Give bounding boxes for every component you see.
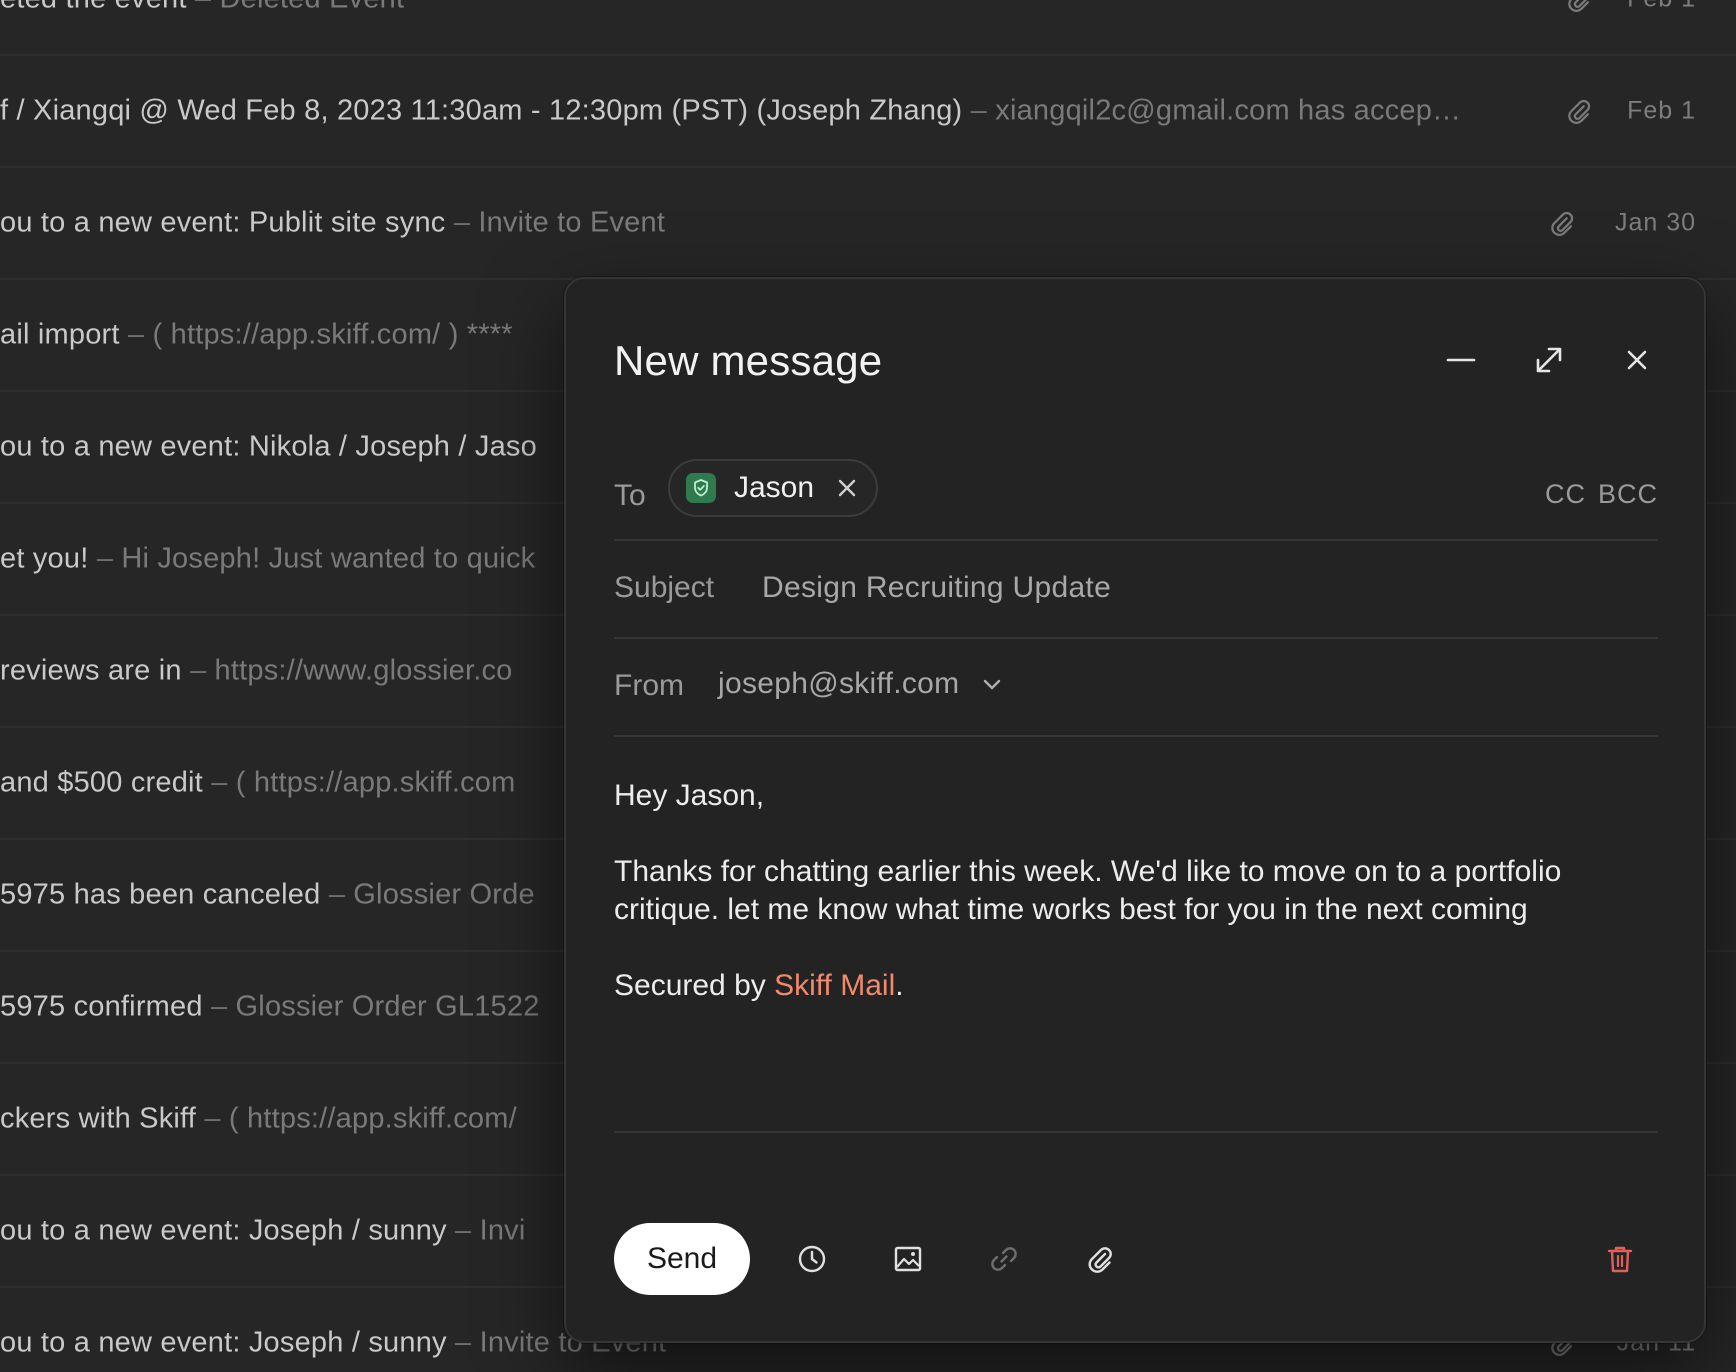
email-row[interactable]: f / Xiangqi @ Wed Feb 8, 2023 11:30am - … xyxy=(0,56,1736,168)
from-label: From xyxy=(614,669,684,702)
email-subject: ou to a new event: Nikola / Joseph / Jas… xyxy=(0,430,537,463)
remove-recipient-icon[interactable] xyxy=(836,477,858,499)
to-label: To xyxy=(614,479,646,512)
body-signature: Secured by Skiff Mail. xyxy=(614,967,1658,1005)
compose-modal: New message To Jason CC BCC Subject Desi… xyxy=(564,277,1706,1343)
expand-button[interactable] xyxy=(1524,335,1574,385)
email-row[interactable]: eted the event – Deleted Event Feb 1 xyxy=(0,0,1736,56)
email-subject: ou to a new event: Publit site sync xyxy=(0,206,446,239)
cc-button[interactable]: CC xyxy=(1545,479,1586,510)
body-paragraph: Thanks for chatting earlier this week. W… xyxy=(614,855,1562,926)
email-preview: ( https://app.skiff.com/ ) **** xyxy=(152,318,513,351)
from-field: From joseph@skiff.com xyxy=(614,639,1658,737)
attach-file-button[interactable] xyxy=(1080,1239,1120,1279)
email-separator: – xyxy=(119,318,153,351)
email-date: Feb 1 xyxy=(1627,0,1696,14)
email-subject: et you! xyxy=(0,542,89,575)
chevron-down-icon xyxy=(981,673,1003,695)
subject-label: Subject xyxy=(614,571,715,604)
paperclip-icon xyxy=(1551,211,1574,237)
email-separator: – xyxy=(202,766,236,799)
signature-suffix: . xyxy=(895,969,904,1002)
email-preview: Invite to Event xyxy=(478,206,666,239)
link-icon xyxy=(991,1247,1017,1271)
signature-prefix: Secured by xyxy=(614,969,775,1002)
email-row-text: eted the event – Deleted Event xyxy=(0,0,1520,16)
email-subject: ckers with Skiff xyxy=(0,1102,197,1135)
email-separator: – xyxy=(962,94,996,127)
mail-app: eted the event – Deleted Event Feb 1 f / X… xyxy=(0,0,1736,1372)
email-separator: – xyxy=(202,990,236,1023)
email-subject: 5975 has been canceled xyxy=(0,878,321,911)
email-subject: ail import xyxy=(0,318,120,351)
message-body-editor[interactable]: Hey Jason, Thanks for chatting earlier t… xyxy=(614,777,1658,1133)
bcc-button[interactable]: BCC xyxy=(1598,479,1658,510)
email-row-text: ou to a new event: Publit site sync – In… xyxy=(0,207,1520,240)
insert-image-button[interactable] xyxy=(888,1239,928,1279)
email-preview: ( https://app.skiff.com xyxy=(235,766,516,799)
email-row-text: f / Xiangqi @ Wed Feb 8, 2023 11:30am - … xyxy=(0,95,1520,128)
email-separator: – xyxy=(445,206,479,239)
subject-field: Subject xyxy=(614,541,1658,639)
discard-draft-button[interactable] xyxy=(1600,1239,1640,1279)
email-separator: – xyxy=(181,654,215,687)
expand-icon xyxy=(1536,347,1562,373)
email-date: Jan 30 xyxy=(1614,208,1696,237)
recipient-chip[interactable]: Jason xyxy=(668,459,879,517)
email-subject: f / Xiangqi @ Wed Feb 8, 2023 11:30am - … xyxy=(0,94,963,127)
to-field[interactable]: To Jason CC BCC xyxy=(614,459,1658,541)
schedule-send-button[interactable] xyxy=(792,1239,832,1279)
email-preview: https://www.glossier.co xyxy=(214,654,513,687)
email-subject: ou to a new event: Joseph / sunny xyxy=(0,1214,447,1247)
clock-icon xyxy=(798,1245,826,1273)
minimize-button[interactable] xyxy=(1436,335,1486,385)
email-preview: Glossier Orde xyxy=(353,878,535,911)
email-separator: – xyxy=(196,1102,229,1135)
email-subject: ou to a new event: Joseph / sunny xyxy=(0,1326,447,1359)
email-separator: – xyxy=(88,542,122,575)
email-date: Feb 1 xyxy=(1627,96,1696,125)
minimize-icon xyxy=(1446,358,1476,362)
close-button[interactable] xyxy=(1612,335,1662,385)
email-separator: – xyxy=(320,878,354,911)
from-value: joseph@skiff.com xyxy=(718,667,960,700)
close-icon xyxy=(1627,350,1647,370)
from-select[interactable]: joseph@skiff.com xyxy=(718,667,1003,701)
email-preview: xiangqil2c@gmail.com has accep… xyxy=(995,94,1462,127)
email-preview: Hi Joseph! Just wanted to quick xyxy=(121,542,536,575)
paperclip-icon xyxy=(1568,99,1591,125)
paperclip-icon xyxy=(1088,1247,1112,1273)
email-subject: eted the event xyxy=(0,0,187,15)
image-icon xyxy=(894,1246,922,1272)
shield-icon xyxy=(686,473,716,503)
compose-title: New message xyxy=(614,337,883,384)
email-preview: Deleted Event xyxy=(219,0,404,15)
email-subject: and $500 credit xyxy=(0,766,203,799)
email-preview: Invi xyxy=(479,1214,526,1247)
email-separator: – xyxy=(187,0,220,15)
paperclip-icon xyxy=(1568,0,1590,13)
trash-icon xyxy=(1607,1246,1633,1273)
email-subject: reviews are in xyxy=(0,654,182,687)
subject-input[interactable] xyxy=(762,565,1642,611)
email-subject: 5975 confirmed xyxy=(0,990,203,1023)
email-separator: – xyxy=(446,1326,480,1359)
insert-link-button[interactable] xyxy=(984,1239,1024,1279)
email-row[interactable]: ou to a new event: Publit site sync – In… xyxy=(0,168,1736,280)
recipient-name: Jason xyxy=(734,471,815,504)
email-preview: Glossier Order GL1522 xyxy=(235,990,540,1023)
send-button[interactable]: Send xyxy=(614,1223,750,1295)
email-separator: – xyxy=(446,1214,480,1247)
email-preview: ( https://app.skiff.com/ xyxy=(228,1102,517,1135)
skiff-mail-link[interactable]: Skiff Mail xyxy=(774,969,895,1002)
body-greeting: Hey Jason, xyxy=(614,779,765,812)
